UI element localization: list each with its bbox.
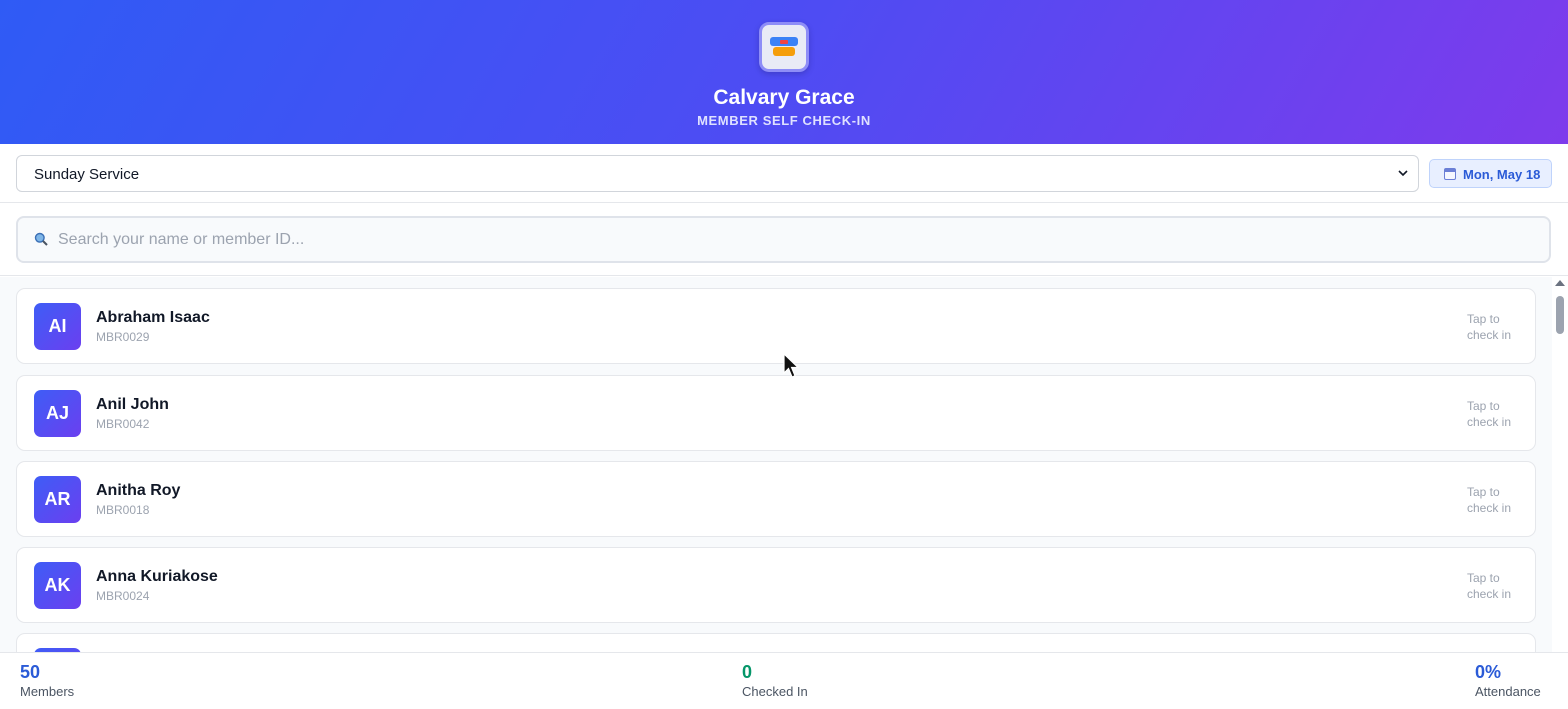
service-select-value: Sunday Service xyxy=(34,166,140,183)
list-scrollbar[interactable] xyxy=(1552,277,1568,652)
stats-footer: 50 Members 0 Checked In 0% Attendance xyxy=(0,652,1568,709)
member-row[interactable]: AJ Anil John MBR0042 Tap to check in xyxy=(16,375,1536,451)
toolbar: Sunday Service Mon, May 18 xyxy=(0,144,1568,203)
avatar: AK xyxy=(34,562,81,609)
search-icon xyxy=(34,232,48,246)
date-label: Mon, May 18 xyxy=(1463,167,1541,182)
member-id: MBR0042 xyxy=(96,417,150,431)
member-list: AI Abraham Isaac MBR0029 Tap to check in… xyxy=(0,277,1552,652)
avatar: AI xyxy=(34,303,81,350)
members-label: Members xyxy=(20,684,75,699)
member-name: Abraham Isaac xyxy=(96,309,210,326)
member-row[interactable]: AK Anna Kuriakose MBR0024 Tap to check i… xyxy=(16,547,1536,623)
calendar-icon xyxy=(1444,168,1456,180)
app-header: Calvary Grace MEMBER SELF CHECK-IN xyxy=(0,0,1568,144)
page-title: Calvary Grace xyxy=(713,86,855,109)
attendance-value: 0% xyxy=(1475,662,1502,682)
members-count: 50 xyxy=(20,662,41,682)
member-id: MBR0018 xyxy=(96,503,150,517)
check-in-hint: Tap to check in xyxy=(1467,485,1512,515)
mouse-pointer-icon xyxy=(783,353,800,378)
search-input[interactable] xyxy=(58,227,1508,253)
service-select[interactable]: Sunday Service xyxy=(16,155,1419,192)
member-name: Anil John xyxy=(96,396,169,413)
date-badge[interactable]: Mon, May 18 xyxy=(1429,159,1552,188)
chevron-down-icon xyxy=(1398,170,1408,177)
member-id: MBR0024 xyxy=(96,589,150,603)
check-in-hint: Tap to check in xyxy=(1467,571,1512,601)
member-name: Anna Kuriakose xyxy=(96,568,218,585)
page-subtitle: MEMBER SELF CHECK-IN xyxy=(697,113,871,128)
check-in-hint: Tap to check in xyxy=(1467,312,1512,342)
stat-attendance: 0% Attendance xyxy=(1475,662,1541,699)
search-box[interactable] xyxy=(16,216,1551,263)
church-logo-icon xyxy=(759,22,809,72)
avatar: AR xyxy=(34,476,81,523)
stat-members: 50 Members xyxy=(20,662,74,699)
checked-in-label: Checked In xyxy=(742,684,808,699)
member-row-partial[interactable] xyxy=(16,633,1536,652)
scroll-up-arrow-icon[interactable] xyxy=(1555,280,1565,286)
check-in-hint: Tap to check in xyxy=(1467,399,1512,429)
member-id: MBR0029 xyxy=(96,330,150,344)
avatar: AJ xyxy=(34,390,81,437)
search-section xyxy=(0,203,1568,276)
member-row[interactable]: AI Abraham Isaac MBR0029 Tap to check in xyxy=(16,288,1536,364)
member-row[interactable]: AR Anitha Roy MBR0018 Tap to check in xyxy=(16,461,1536,537)
attendance-label: Attendance xyxy=(1475,684,1541,699)
scrollbar-thumb[interactable] xyxy=(1556,296,1564,334)
checked-in-count: 0 xyxy=(742,662,753,682)
stat-checked-in: 0 Checked In xyxy=(742,662,808,699)
member-name: Anitha Roy xyxy=(96,482,181,499)
